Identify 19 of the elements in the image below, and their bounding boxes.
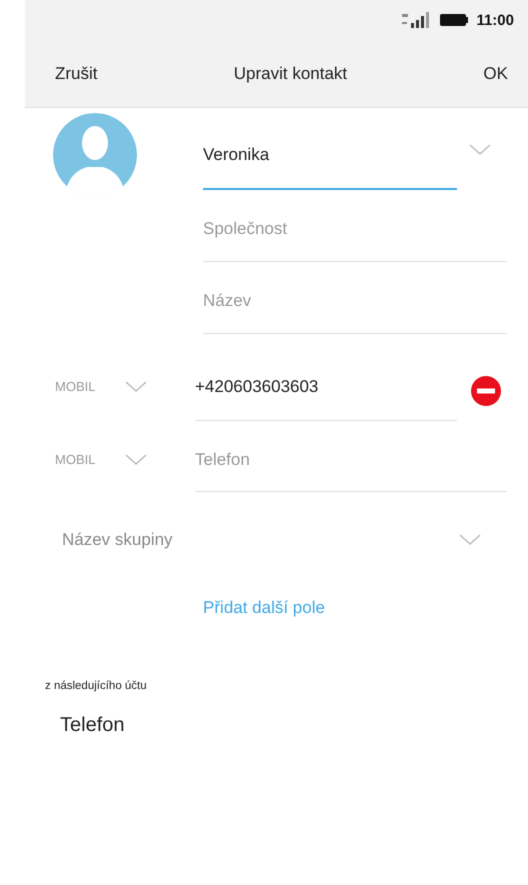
phone-field[interactable]: Telefon: [195, 450, 395, 470]
account-caption: z následujícího účtu: [45, 680, 148, 692]
avatar-icon[interactable]: [53, 113, 137, 197]
battery-icon: [440, 14, 468, 26]
text-field[interactable]: Společnost: [203, 219, 403, 239]
chevron-icon[interactable]: [125, 380, 147, 392]
chevron-icon[interactable]: [125, 454, 147, 466]
screen-title: Upravit kontakt: [234, 64, 348, 84]
text-field[interactable]: Název: [203, 291, 403, 311]
remove-icon[interactable]: [471, 376, 501, 406]
group-dropdown[interactable]: Název skupiny: [0, 492, 528, 588]
clock-time: 11:00: [476, 12, 514, 28]
cancel-button[interactable]: Zrušit: [55, 60, 98, 88]
chevron-icon[interactable]: [469, 144, 491, 156]
chevron-icon: [459, 534, 481, 546]
account-name: Telefon: [60, 714, 124, 737]
phone-field[interactable]: +420603603603: [195, 376, 395, 396]
ok-button[interactable]: OK: [483, 60, 508, 88]
name-field[interactable]: Veronika: [203, 145, 403, 165]
